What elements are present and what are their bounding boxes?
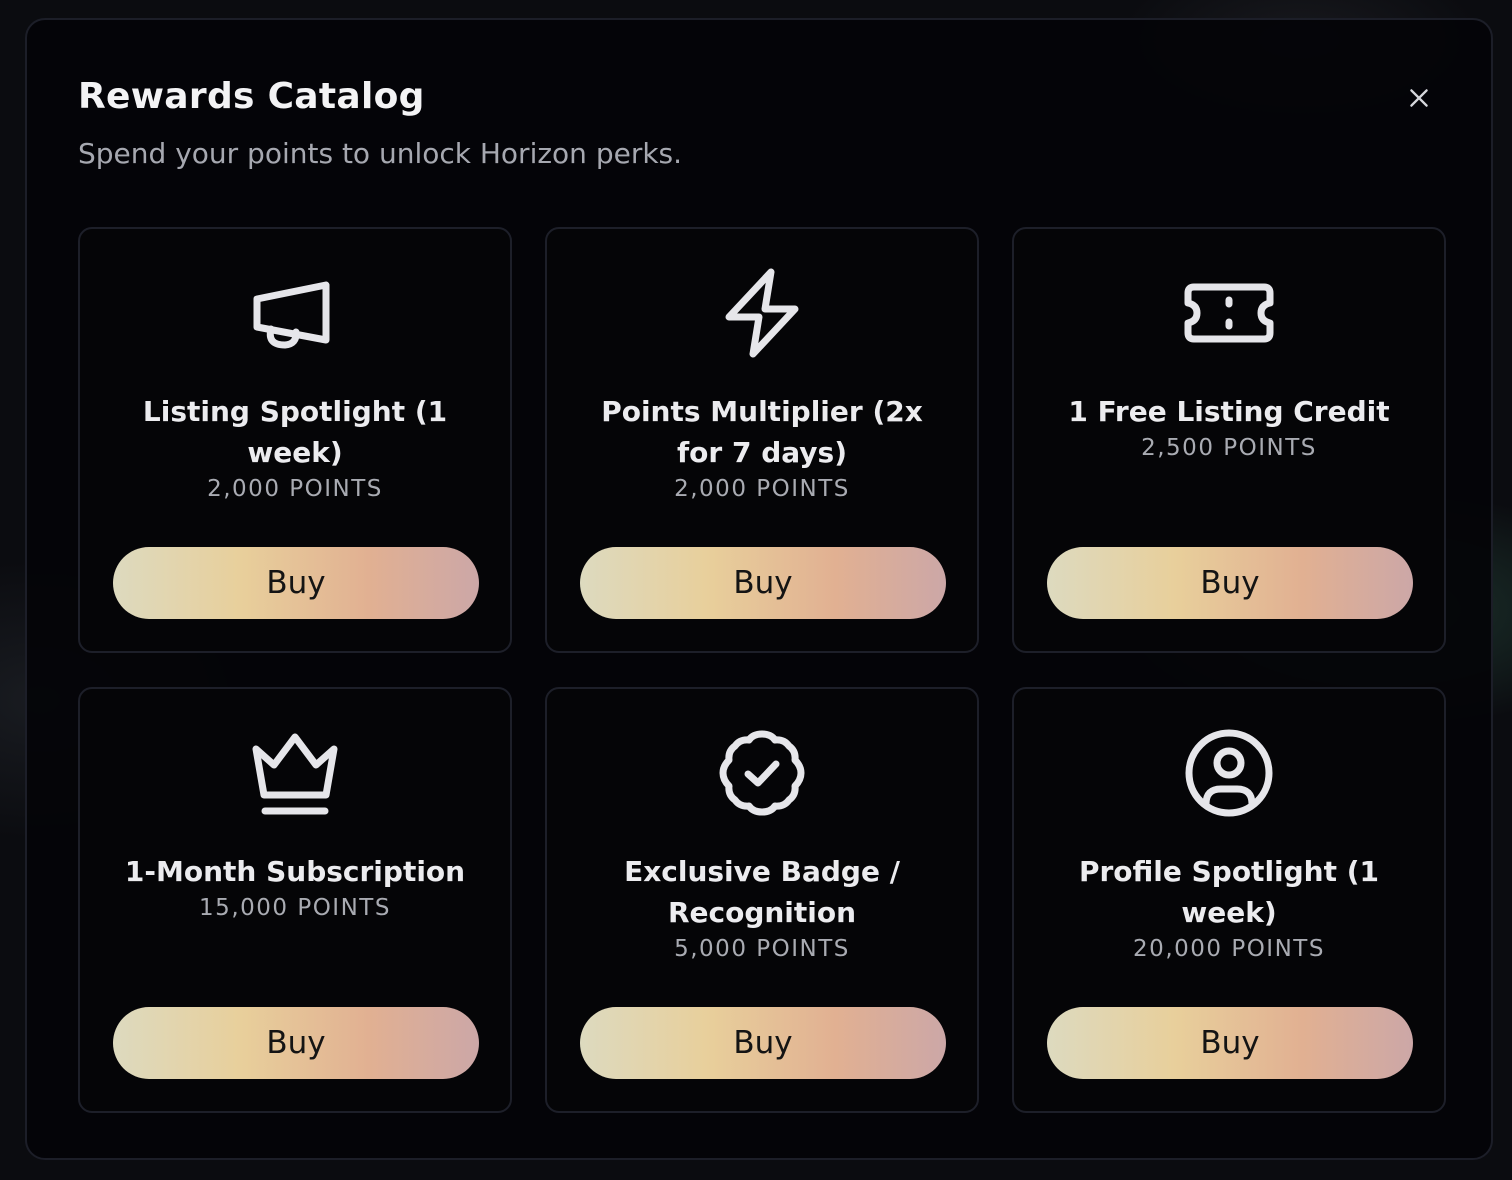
reward-title: Exclusive Badge / Recognition bbox=[624, 855, 900, 929]
reward-card-listing-spotlight: Listing Spotlight (1 week) 2,000 POINTS … bbox=[78, 227, 512, 653]
buy-button[interactable]: Buy bbox=[113, 547, 479, 619]
reward-title: Listing Spotlight (1 week) bbox=[142, 395, 448, 469]
badge-check-icon bbox=[714, 725, 810, 821]
megaphone-icon bbox=[247, 265, 343, 361]
close-icon bbox=[1410, 89, 1428, 107]
reward-card-free-listing-credit: 1 Free Listing Credit 2,500 POINTS Buy bbox=[1012, 227, 1446, 653]
reward-points: 5,000 POINTS bbox=[674, 936, 850, 962]
reward-title: Profile Spotlight (1 week) bbox=[1078, 855, 1380, 929]
modal-title: Rewards Catalog bbox=[78, 76, 425, 117]
reward-title: 1 Free Listing Credit bbox=[1068, 395, 1390, 428]
reward-title: Points Multiplier (2x for 7 days) bbox=[601, 395, 923, 469]
reward-card-exclusive-badge: Exclusive Badge / Recognition 5,000 POIN… bbox=[545, 687, 979, 1113]
reward-card-profile-spotlight: Profile Spotlight (1 week) 20,000 POINTS… bbox=[1012, 687, 1446, 1113]
buy-button[interactable]: Buy bbox=[580, 1007, 946, 1079]
reward-points: 2,500 POINTS bbox=[1141, 435, 1317, 461]
reward-card-subscription: 1-Month Subscription 15,000 POINTS Buy bbox=[78, 687, 512, 1113]
buy-button[interactable]: Buy bbox=[580, 547, 946, 619]
rewards-grid: Listing Spotlight (1 week) 2,000 POINTS … bbox=[78, 227, 1446, 1113]
crown-icon bbox=[247, 725, 343, 821]
lightning-icon bbox=[714, 265, 810, 361]
buy-button[interactable]: Buy bbox=[1047, 547, 1413, 619]
reward-points: 20,000 POINTS bbox=[1133, 936, 1325, 962]
reward-points: 15,000 POINTS bbox=[199, 895, 391, 921]
close-button[interactable] bbox=[1399, 78, 1439, 118]
reward-card-points-multiplier: Points Multiplier (2x for 7 days) 2,000 … bbox=[545, 227, 979, 653]
modal-subtitle: Spend your points to unlock Horizon perk… bbox=[78, 137, 683, 170]
buy-button[interactable]: Buy bbox=[1047, 1007, 1413, 1079]
rewards-catalog-modal: Rewards Catalog Spend your points to unl… bbox=[25, 18, 1493, 1160]
reward-title: 1-Month Subscription bbox=[124, 855, 466, 888]
reward-points: 2,000 POINTS bbox=[207, 476, 383, 502]
reward-points: 2,000 POINTS bbox=[674, 476, 850, 502]
buy-button[interactable]: Buy bbox=[113, 1007, 479, 1079]
ticket-icon bbox=[1181, 265, 1277, 361]
user-circle-icon bbox=[1181, 725, 1277, 821]
